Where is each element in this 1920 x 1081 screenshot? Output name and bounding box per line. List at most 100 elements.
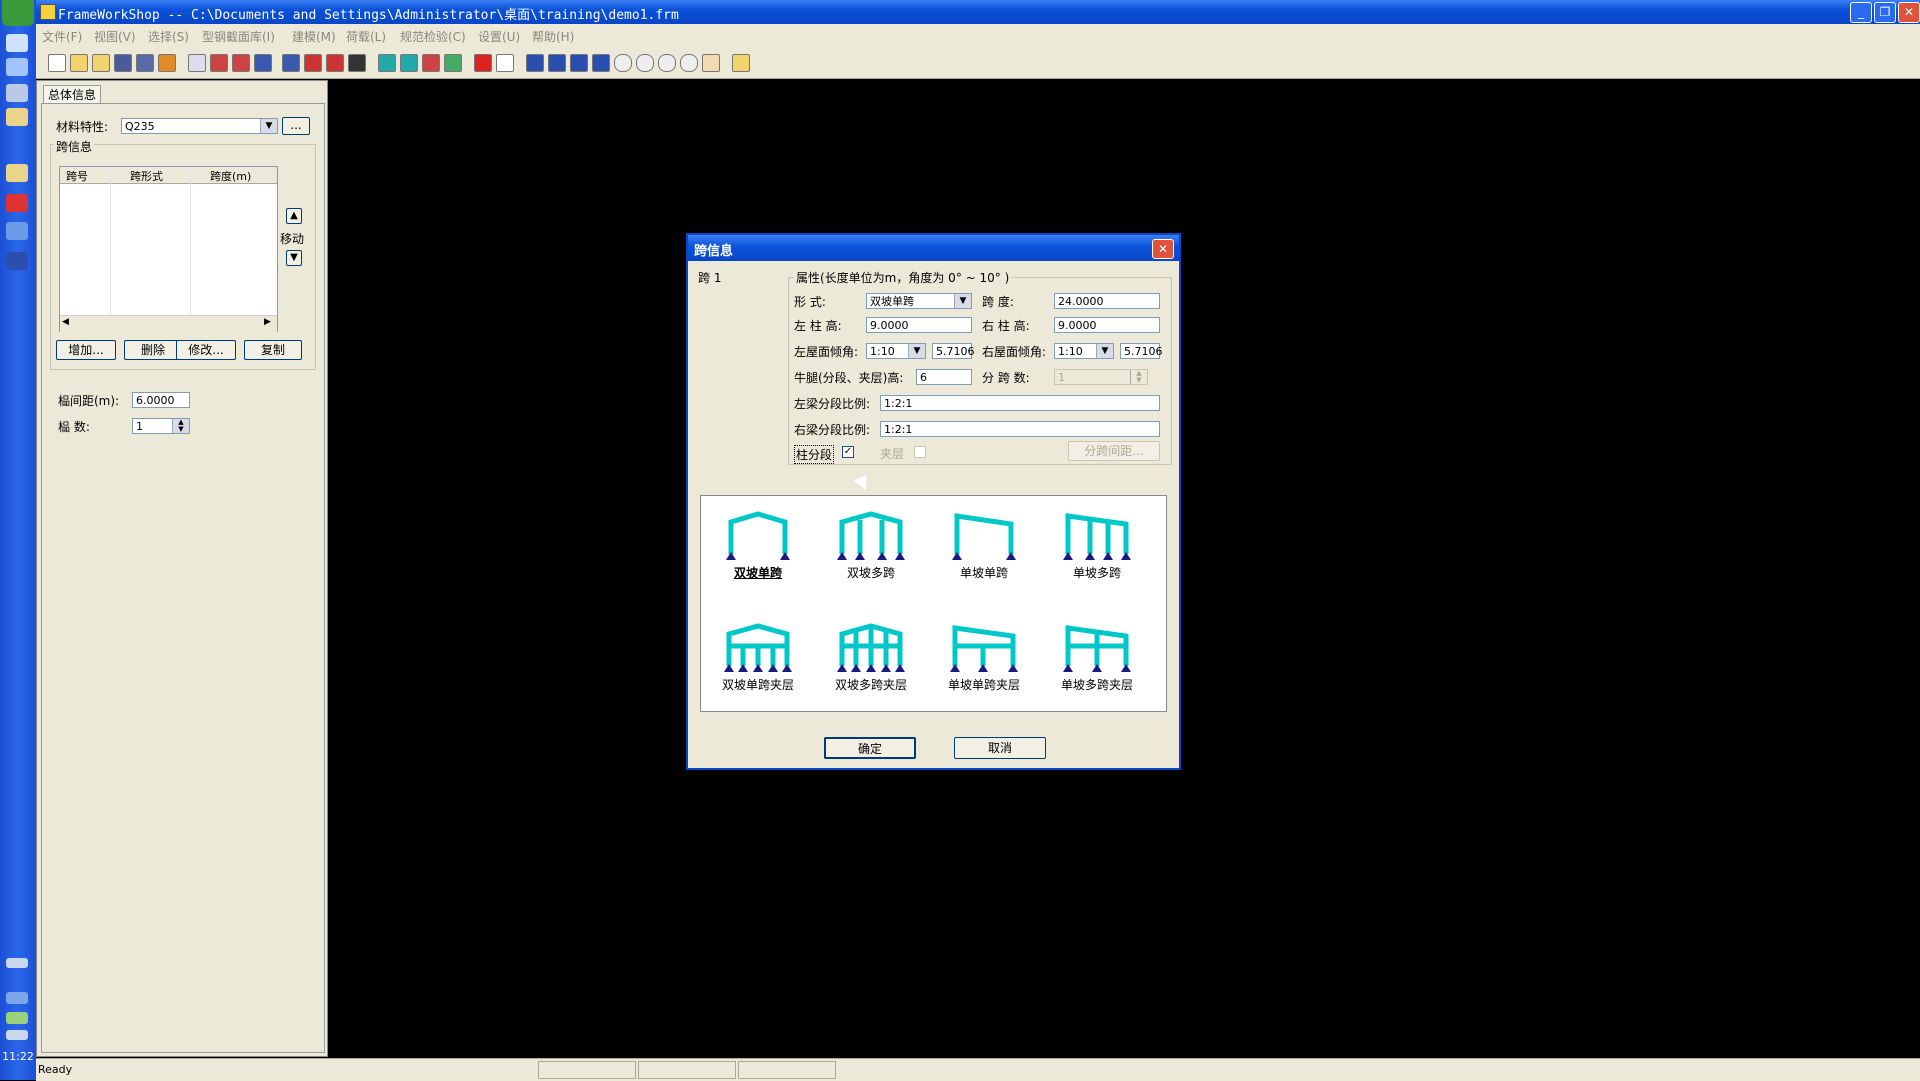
frame-type-single-slope-multi-span-mezzanine[interactable]: 单坡多跨夹层 <box>1052 622 1142 693</box>
close-button[interactable]: ✕ <box>1898 2 1920 23</box>
material-browse-button[interactable]: ... <box>282 117 310 135</box>
chevron-down-icon[interactable]: ▼ <box>1096 344 1113 358</box>
left-column-height-input[interactable]: 9.0000 <box>866 317 972 333</box>
load-icon[interactable] <box>422 54 440 72</box>
copy-span-button[interactable]: 复制 <box>244 340 302 360</box>
arrow-left-icon[interactable] <box>526 54 544 72</box>
menu-view[interactable]: 视图(V) <box>94 28 136 45</box>
menu-model[interactable]: 建模(M) <box>292 28 336 45</box>
col-span-type[interactable]: 跨形式 <box>130 168 163 184</box>
column-segment-checkbox[interactable]: ✓ <box>842 446 854 458</box>
house-icon[interactable] <box>282 54 300 72</box>
new-file-icon[interactable] <box>48 54 66 72</box>
menu-load[interactable]: 荷载(L) <box>346 28 386 45</box>
tray-volume-icon[interactable] <box>6 1012 28 1024</box>
save-icon[interactable] <box>114 54 132 72</box>
cancel-button[interactable]: 取消 <box>954 737 1046 759</box>
frame-type-double-slope-single-span-mezzanine[interactable]: 双坡单跨夹层 <box>713 622 803 693</box>
right-beam-ratio-input[interactable]: 1:2:1 <box>880 421 1160 437</box>
app-task-icon[interactable] <box>6 164 28 182</box>
move-down-button[interactable]: ▼ <box>286 250 302 266</box>
right-roof-angle-input[interactable]: 5.7106 <box>1120 343 1163 359</box>
dialog-close-button[interactable]: ✕ <box>1152 239 1174 259</box>
open-folder-icon[interactable] <box>70 54 88 72</box>
find-icon[interactable] <box>496 54 514 72</box>
zoom-out-icon[interactable] <box>636 54 654 72</box>
chevron-down-icon[interactable]: ▼ <box>908 344 925 358</box>
left-beam-ratio-input[interactable]: 1:2:1 <box>880 395 1160 411</box>
chevron-down-icon[interactable]: ▼ <box>954 294 971 308</box>
menu-help[interactable]: 帮助(H) <box>532 28 574 45</box>
scroll-left-icon[interactable]: ◀ <box>62 317 69 327</box>
col-span-length[interactable]: 跨度(m) <box>210 168 251 184</box>
tray-network-icon[interactable] <box>6 992 28 1004</box>
col-span-no[interactable]: 跨号 <box>66 168 88 184</box>
tab-general-info[interactable]: 总体信息 <box>43 85 101 104</box>
arrow-right-icon[interactable] <box>548 54 566 72</box>
tray-ime-icon[interactable] <box>6 1030 28 1040</box>
check-icon[interactable] <box>444 54 462 72</box>
quicklaunch-icon[interactable] <box>6 58 28 76</box>
folder-icon[interactable] <box>6 108 28 126</box>
zoom-extents-icon[interactable] <box>680 54 698 72</box>
scroll-right-icon[interactable]: ▶ <box>264 317 271 327</box>
grid-icon[interactable] <box>254 54 272 72</box>
column-segment-label[interactable]: 柱分段 <box>794 445 835 464</box>
flag-task-icon[interactable] <box>6 194 28 212</box>
save-all-icon[interactable] <box>136 54 154 72</box>
open-recent-icon[interactable] <box>92 54 110 72</box>
stepper-arrows-icon[interactable]: ▲ ▼ <box>172 419 189 433</box>
menu-code-check[interactable]: 规范检验(C) <box>400 28 466 45</box>
horizontal-scrollbar[interactable]: ◀ ▶ <box>60 315 277 332</box>
zoom-window-icon[interactable] <box>658 54 676 72</box>
flag-icon[interactable] <box>474 54 492 72</box>
restore-button[interactable]: ❐ <box>1874 2 1896 23</box>
frame-type-double-slope-single-span[interactable]: 双坡单跨 <box>713 510 803 581</box>
chevron-down-icon[interactable]: ▼ <box>260 119 277 133</box>
frame-type-single-slope-single-span-mezzanine[interactable]: 单坡单跨夹层 <box>939 622 1029 693</box>
help-icon[interactable] <box>732 54 750 72</box>
menu-select[interactable]: 选择(S) <box>148 28 189 45</box>
beam-icon[interactable] <box>304 54 322 72</box>
zoom-in-icon[interactable] <box>614 54 632 72</box>
frame-type-single-slope-multi-span[interactable]: 单坡多跨 <box>1052 510 1142 581</box>
frame-type-single-slope-single-span[interactable]: 单坡单跨 <box>939 510 1029 581</box>
frame-type-double-slope-multi-span[interactable]: 双坡多跨 <box>826 510 916 581</box>
section-icon[interactable] <box>210 54 228 72</box>
start-button[interactable] <box>2 0 34 26</box>
left-roof-angle-input[interactable]: 5.7106 <box>932 343 975 359</box>
menu-settings[interactable]: 设置(U) <box>478 28 520 45</box>
right-column-height-input[interactable]: 9.0000 <box>1054 317 1160 333</box>
frameworkshop-task-icon[interactable] <box>6 252 28 270</box>
pan-hand-icon[interactable] <box>702 54 720 72</box>
bay-spacing-input[interactable]: 6.0000 <box>132 392 190 408</box>
export-icon[interactable] <box>158 54 176 72</box>
move-up-button[interactable]: ▲ <box>286 208 302 224</box>
right-roof-ratio-combo[interactable]: 1:10 ▼ <box>1054 343 1114 359</box>
frame-type-panel[interactable]: 双坡单跨 双坡多跨 单坡单跨 单坡多跨 双坡单跨夹层 双坡多跨夹层 单坡单跨夹层… <box>700 495 1167 712</box>
span-table[interactable]: 跨号 跨形式 跨度(m) ◀ ▶ <box>59 166 278 332</box>
bay-count-stepper[interactable]: 1 ▲ ▼ <box>132 418 190 434</box>
form-combo[interactable]: 双坡单跨 ▼ <box>866 293 972 309</box>
menu-section-library[interactable]: 型钢截面库(I) <box>202 28 275 45</box>
desktop-icon[interactable] <box>6 84 28 102</box>
modify-span-button[interactable]: 修改... <box>176 340 236 360</box>
app-icon[interactable] <box>40 4 56 20</box>
delete-span-button[interactable]: 删除 <box>124 340 182 360</box>
chart-icon[interactable] <box>378 54 396 72</box>
left-roof-ratio-combo[interactable]: 1:10 ▼ <box>866 343 926 359</box>
arrow-down-icon[interactable] <box>592 54 610 72</box>
column-icon[interactable] <box>348 54 366 72</box>
minimize-button[interactable]: _ <box>1850 2 1872 23</box>
corbel-icon[interactable] <box>400 54 418 72</box>
network-task-icon[interactable] <box>6 222 28 240</box>
section-label-icon[interactable] <box>232 54 250 72</box>
menu-file[interactable]: 文件(F) <box>42 28 82 45</box>
arrow-up-icon[interactable] <box>570 54 588 72</box>
frame-type-double-slope-multi-span-mezzanine[interactable]: 双坡多跨夹层 <box>826 622 916 693</box>
material-combo[interactable]: Q235 ▼ <box>121 118 278 134</box>
frame-view-icon[interactable] <box>188 54 206 72</box>
ie-icon[interactable] <box>6 34 28 52</box>
ok-button[interactable]: 确定 <box>824 737 916 759</box>
corbel-height-input[interactable]: 6 <box>916 369 972 385</box>
